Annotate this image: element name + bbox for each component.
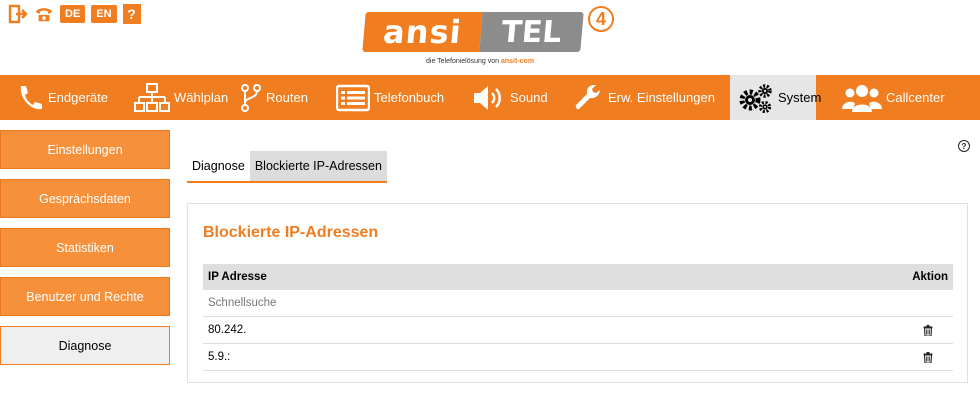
nav-label: Wählplan [174,90,229,105]
top-toolbar: DE EN ? [8,4,141,24]
table-header: IP Adresse Aktion [203,264,953,290]
nav-item-erw-einstellungen[interactable]: Erw. Einstellungen [566,75,730,120]
sidebar-item-einstellungen[interactable]: Einstellungen [0,130,170,169]
column-header-action: Aktion [912,271,948,283]
tab-diagnose[interactable]: Diagnose [187,151,250,181]
gears-icon [739,83,772,113]
nav-item-waehlplan[interactable]: Wählplan [126,75,232,120]
logo-version: 4 [588,6,614,32]
nav-item-routen[interactable]: Routen [232,75,328,120]
sidebar-item-gespraechsdaten[interactable]: Gesprächsdaten [0,179,170,218]
table-row: 5.9.: [203,344,953,371]
nav-label: Routen [266,90,308,105]
ansitel-logo: ansi TEL 4 die Telefonielösung von ansit… [362,6,624,70]
help-button[interactable]: ? [122,4,141,24]
sidebar-item-diagnose[interactable]: Diagnose [0,326,170,365]
tab-blockierte-ip-adressen[interactable]: Blockierte IP-Adressen [249,151,387,181]
main-nav: Endgeräte Wählplan Routen Telefonbuch So… [0,75,980,120]
blocked-ip-panel: Blockierte IP-Adressen IP Adresse Aktion… [187,203,968,383]
nav-label: Erw. Einstellungen [608,90,715,105]
blocked-ip-table: IP Adresse Aktion 80.242. 5.9.: [203,264,953,371]
wrench-icon [575,84,600,109]
nav-item-endgeraete[interactable]: Endgeräte [0,75,126,120]
logo-tel: TEL [479,12,584,52]
tab-bar: Diagnose Blockierte IP-Adressen [187,151,387,183]
nav-item-telefonbuch[interactable]: Telefonbuch [328,75,464,120]
table-row: 80.242. [203,317,953,344]
logout-icon[interactable] [8,4,28,24]
nav-label: Telefonbuch [374,90,445,105]
nav-item-callcenter[interactable]: Callcenter [816,75,954,120]
nav-label: System [778,90,822,105]
panel-title: Blockierte IP-Adressen [203,224,379,241]
logo-ansi: ansi [362,12,483,52]
question-icon[interactable]: ? [958,140,970,152]
route-icon [241,83,261,112]
users-icon [842,84,882,112]
quick-search-row [203,290,953,317]
column-header-ip: IP Adresse [208,271,267,283]
quick-search-input[interactable] [208,297,508,309]
phone-handset-icon[interactable] [34,4,54,24]
sitemap-icon [134,82,170,112]
nav-label: Callcenter [886,90,945,105]
trash-icon[interactable] [908,324,948,336]
ip-cell: 5.9.: [208,351,231,363]
sidebar: Einstellungen Gesprächsdaten Statistiken… [0,130,170,375]
logo-subtitle: die Telefonielösung von ansit-com [426,58,535,65]
phone-icon [20,85,42,109]
phonebook-icon [336,84,370,111]
nav-label: Endgeräte [48,90,108,105]
sidebar-item-statistiken[interactable]: Statistiken [0,228,170,267]
trash-icon[interactable] [908,351,948,363]
lang-de-button[interactable]: DE [60,5,86,23]
sidebar-item-benutzer-und-rechte[interactable]: Benutzer und Rechte [0,277,170,316]
speaker-icon [474,85,501,110]
nav-item-system[interactable]: System [730,75,821,120]
lang-en-button[interactable]: EN [91,5,117,23]
nav-label: Sound [510,90,548,105]
ip-cell: 80.242. [208,324,247,336]
nav-item-sound[interactable]: Sound [464,75,566,120]
